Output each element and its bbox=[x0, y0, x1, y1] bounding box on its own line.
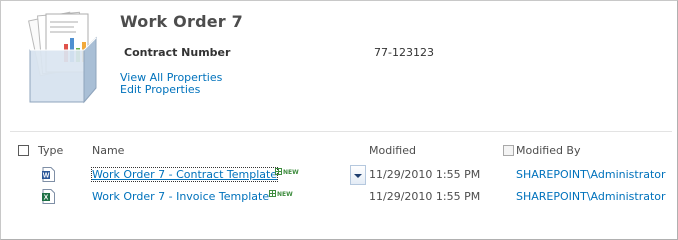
file-name-link[interactable]: Work Order 7 - Invoice Template bbox=[92, 190, 269, 203]
new-badge: NEW bbox=[269, 190, 293, 198]
svg-text:W: W bbox=[43, 173, 50, 180]
excel-workbook-icon: X bbox=[42, 189, 55, 204]
select-all-checkbox[interactable] bbox=[18, 145, 29, 156]
new-badge: NEW bbox=[275, 168, 299, 176]
column-header-modified[interactable]: Modified bbox=[369, 144, 416, 157]
svg-text:X: X bbox=[44, 195, 49, 202]
section-divider bbox=[10, 131, 672, 132]
chevron-down-icon bbox=[354, 174, 362, 178]
word-document-icon: W bbox=[42, 167, 55, 182]
document-set-icon bbox=[28, 11, 97, 104]
column-header-type[interactable]: Type bbox=[38, 144, 63, 157]
column-header-modified-by[interactable]: Modified By bbox=[516, 144, 581, 157]
document-set-title: Work Order 7 bbox=[120, 12, 243, 31]
list-item[interactable]: X Work Order 7 - Invoice Template NEW 11… bbox=[0, 187, 678, 207]
new-plus-icon bbox=[269, 190, 276, 197]
modified-by-filter-checkbox[interactable] bbox=[503, 145, 514, 156]
file-name-link[interactable]: Work Order 7 - Contract Template bbox=[90, 167, 279, 182]
modified-date: 11/29/2010 1:55 PM bbox=[369, 168, 481, 181]
item-menu-button[interactable] bbox=[350, 165, 366, 185]
edit-properties-link[interactable]: Edit Properties bbox=[120, 83, 200, 96]
modified-by-link[interactable]: SHAREPOINT\Administrator bbox=[516, 168, 666, 181]
list-item[interactable]: W Work Order 7 - Contract Template NEW 1… bbox=[0, 165, 678, 185]
modified-by-link[interactable]: SHAREPOINT\Administrator bbox=[516, 190, 666, 203]
new-badge-label: NEW bbox=[277, 191, 293, 198]
new-badge-label: NEW bbox=[283, 169, 299, 176]
modified-date: 11/29/2010 1:55 PM bbox=[369, 190, 481, 203]
new-plus-icon bbox=[275, 168, 282, 175]
contract-number-label: Contract Number bbox=[124, 46, 231, 59]
contract-number-value: 77-123123 bbox=[374, 46, 434, 59]
column-header-name[interactable]: Name bbox=[92, 144, 124, 157]
